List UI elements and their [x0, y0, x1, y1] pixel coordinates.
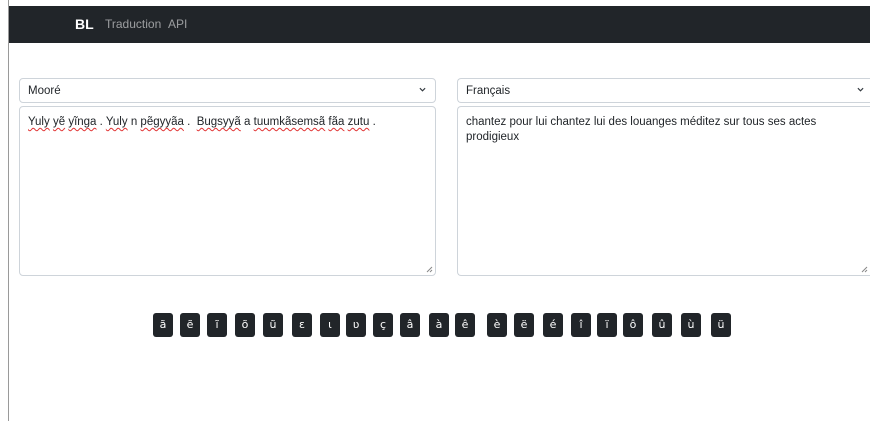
- translation-text: chantez pour lui chantez lui des louange…: [466, 116, 817, 143]
- source-word: Bugsyyã: [196, 116, 241, 128]
- source-language-label: Mooré: [28, 85, 61, 97]
- source-word: fãa: [328, 116, 345, 128]
- translation-output[interactable]: chantez pour lui chantez lui des louange…: [457, 106, 870, 276]
- source-word: Yuly: [105, 116, 128, 128]
- char-key[interactable]: ẽ: [180, 313, 200, 337]
- char-key[interactable]: ʋ: [346, 313, 366, 337]
- chevron-down-icon: [857, 87, 864, 92]
- source-word: pẽgyyãa: [140, 116, 184, 128]
- char-key[interactable]: ô: [623, 313, 643, 337]
- source-text: Yuly yẽ yĩnga . Yuly n pẽgyyãa . Bugsyyã…: [28, 116, 376, 128]
- char-key[interactable]: ç: [373, 313, 393, 337]
- char-key[interactable]: ã: [153, 313, 173, 337]
- target-language-select[interactable]: Français: [457, 78, 870, 103]
- navbar: BL Traduction API: [9, 6, 870, 43]
- char-key[interactable]: õ: [235, 313, 255, 337]
- char-key[interactable]: â: [400, 313, 420, 337]
- brand-logo[interactable]: BL: [75, 16, 94, 32]
- char-key[interactable]: î: [571, 313, 591, 337]
- source-word: Yuly: [28, 116, 50, 128]
- source-language-select[interactable]: Mooré: [19, 78, 436, 103]
- source-word: yĩnga: [68, 116, 97, 128]
- nav-link-traduction[interactable]: Traduction: [105, 17, 161, 31]
- source-word: n: [130, 116, 138, 128]
- source-word: tuumkãsemsã: [253, 116, 326, 128]
- source-word: .: [372, 116, 376, 128]
- source-word: zutu: [347, 116, 370, 128]
- char-key[interactable]: û: [652, 313, 672, 337]
- source-word: yẽ: [52, 116, 66, 128]
- char-key[interactable]: ù: [681, 313, 701, 337]
- resize-handle-icon[interactable]: [425, 265, 433, 273]
- source-word: .: [99, 116, 103, 128]
- char-key[interactable]: ɩ: [320, 313, 340, 337]
- char-key[interactable]: é: [543, 313, 563, 337]
- source-text-input[interactable]: Yuly yẽ yĩnga . Yuly n pẽgyyãa . Bugsyyã…: [19, 106, 436, 276]
- char-key[interactable]: à: [429, 313, 449, 337]
- char-key[interactable]: ï: [597, 313, 617, 337]
- char-key[interactable]: ĩ: [207, 313, 227, 337]
- chevron-down-icon: [419, 87, 426, 92]
- source-word: a: [244, 116, 251, 128]
- target-language-label: Français: [466, 85, 511, 97]
- char-key[interactable]: ë: [514, 313, 534, 337]
- resize-handle-icon[interactable]: [860, 265, 868, 273]
- window-left-edge: [0, 0, 9, 421]
- char-key[interactable]: ê: [455, 313, 475, 337]
- char-key[interactable]: ɛ: [292, 313, 312, 337]
- char-key[interactable]: è: [487, 313, 507, 337]
- nav-link-api[interactable]: API: [168, 17, 187, 31]
- char-key[interactable]: ũ: [263, 313, 283, 337]
- char-key[interactable]: ü: [711, 313, 731, 337]
- source-word: .: [187, 116, 191, 128]
